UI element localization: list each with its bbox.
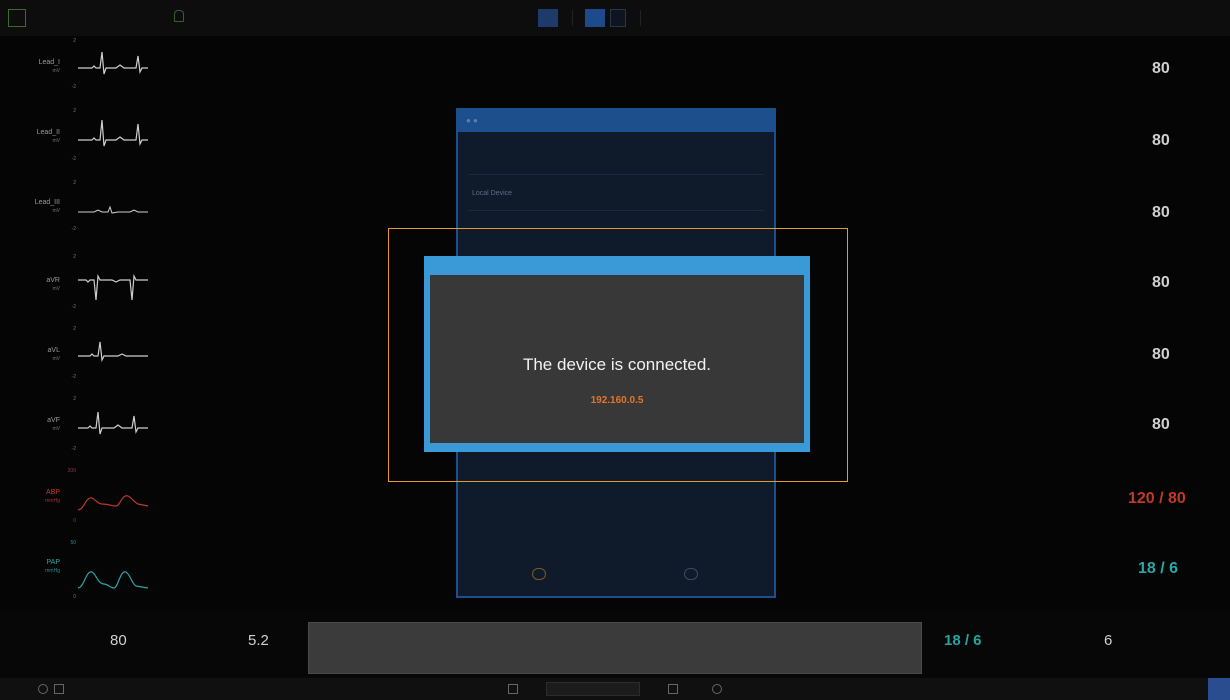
ecg-avf-waveform bbox=[78, 406, 148, 446]
scale-tick: 0 bbox=[73, 518, 76, 524]
export-icon[interactable] bbox=[508, 684, 518, 694]
notification-banner bbox=[308, 622, 922, 674]
hr-value-avf: 80 bbox=[1152, 416, 1170, 433]
view-button-2[interactable] bbox=[585, 9, 605, 27]
bottom-right-value: 6 bbox=[1104, 632, 1113, 649]
connection-dialog: The device is connected. 192.160.0.5 bbox=[424, 256, 810, 452]
row-label-local-device: Local Device bbox=[472, 190, 513, 197]
lead-label: Lead_III mV bbox=[18, 198, 60, 216]
dialog-message: The device is connected. bbox=[522, 355, 712, 374]
lead-name: aVR bbox=[46, 277, 60, 284]
power-icon[interactable] bbox=[38, 684, 48, 694]
view-button-1[interactable] bbox=[538, 9, 558, 27]
hr-value-lead-i: 80 bbox=[1152, 60, 1170, 77]
lead-label: aVR mV bbox=[18, 276, 60, 294]
hr-value-avl: 80 bbox=[1152, 346, 1170, 363]
window-menu-icon[interactable]: ● ● bbox=[466, 116, 478, 125]
toolbar-divider bbox=[640, 10, 641, 26]
ecg-lead-i-waveform bbox=[78, 46, 148, 86]
lead-unit: mmHg bbox=[45, 498, 60, 504]
ecg-lead-iii-waveform bbox=[78, 188, 148, 228]
lead-name: aVL bbox=[47, 347, 60, 354]
scale-tick: 2 bbox=[73, 180, 76, 186]
pap-value: 18 / 6 bbox=[1138, 560, 1179, 577]
lead-label: Lead_II mV bbox=[18, 128, 60, 146]
lead-unit: mV bbox=[52, 426, 61, 432]
scale-tick: -2 bbox=[71, 374, 76, 380]
scale-tick: 2 bbox=[73, 38, 76, 44]
dialog-ip-address: 192.160.0.5 bbox=[590, 395, 644, 406]
lead-name: Lead_III bbox=[34, 199, 60, 206]
bottom-hr-value: 80 bbox=[110, 632, 127, 649]
hr-value-lead-ii: 80 bbox=[1152, 132, 1170, 149]
corner-action-button[interactable] bbox=[1208, 678, 1230, 700]
window-title-bar bbox=[458, 110, 774, 132]
row-divider bbox=[468, 210, 764, 211]
toolbar-divider bbox=[572, 10, 573, 26]
row-divider bbox=[468, 174, 764, 175]
lead-unit: mV bbox=[52, 286, 61, 292]
monitor-logo-icon bbox=[8, 9, 26, 27]
search-input[interactable] bbox=[546, 682, 640, 696]
scale-tick: -2 bbox=[71, 84, 76, 90]
hr-value-avr: 80 bbox=[1152, 274, 1170, 291]
scale-tick: -2 bbox=[71, 226, 76, 232]
ecg-avr-waveform bbox=[78, 266, 148, 306]
abp-waveform bbox=[78, 482, 148, 522]
lead-name: Lead_I bbox=[38, 59, 60, 66]
bell-icon[interactable] bbox=[174, 10, 184, 22]
ecg-avl-waveform bbox=[78, 336, 148, 376]
lead-label: Lead_I mV bbox=[18, 58, 60, 76]
user-icon[interactable] bbox=[712, 684, 722, 694]
scale-tick: 2 bbox=[73, 108, 76, 114]
hr-value-lead-iii: 80 bbox=[1152, 204, 1170, 221]
lead-name: ABP bbox=[45, 489, 60, 496]
pap-waveform bbox=[78, 560, 148, 600]
scale-tick: 2 bbox=[73, 396, 76, 402]
abp-value: 120 / 80 bbox=[1128, 490, 1186, 507]
ecg-lead-ii-waveform bbox=[78, 116, 148, 156]
scale-tick: 2 bbox=[73, 326, 76, 332]
scale-tick: 200 bbox=[67, 468, 76, 474]
bottom-pap-value: 18 / 6 bbox=[944, 632, 982, 649]
bottom-resp-value: 5.2 bbox=[248, 632, 269, 649]
dialog-body: The device is connected. 192.160.0.5 bbox=[430, 275, 804, 443]
lead-name: PAP bbox=[46, 559, 61, 566]
scale-tick: -2 bbox=[71, 156, 76, 162]
user-lock-icon[interactable] bbox=[668, 684, 678, 694]
connect-icon[interactable] bbox=[532, 568, 546, 580]
view-button-3[interactable] bbox=[610, 9, 626, 27]
scale-tick: 50 bbox=[70, 540, 76, 546]
scale-tick: -2 bbox=[71, 446, 76, 452]
lead-unit: mV bbox=[52, 356, 61, 362]
lead-unit: mV bbox=[52, 208, 61, 214]
pap-label: PAP mmHg bbox=[18, 558, 60, 576]
lead-label: aVF mV bbox=[18, 416, 60, 434]
lead-name: aVF bbox=[47, 417, 60, 424]
lock-icon[interactable] bbox=[54, 684, 64, 694]
lead-name: Lead_II bbox=[36, 129, 60, 136]
scale-tick: -2 bbox=[71, 304, 76, 310]
lead-unit: mmHg bbox=[45, 568, 60, 574]
lead-unit: mV bbox=[52, 138, 61, 144]
lead-label: aVL mV bbox=[18, 346, 60, 364]
disconnect-icon[interactable] bbox=[684, 568, 698, 580]
scale-tick: 2 bbox=[73, 254, 76, 260]
lead-unit: mV bbox=[52, 68, 61, 74]
scale-tick: 0 bbox=[73, 594, 76, 600]
abp-label: ABP mmHg bbox=[18, 488, 60, 506]
